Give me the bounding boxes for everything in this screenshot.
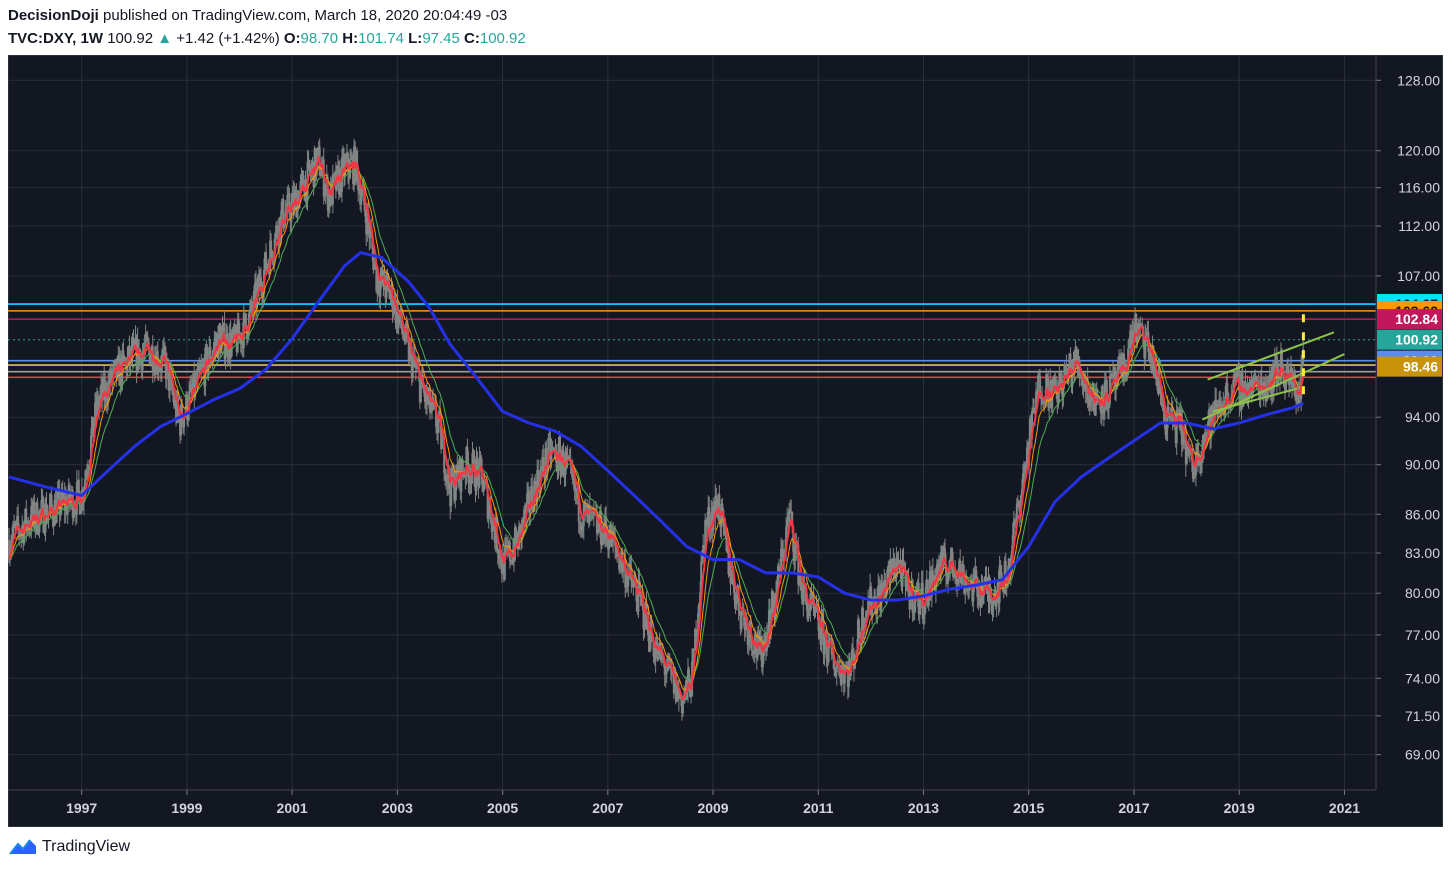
candle-body: [1226, 382, 1229, 394]
low-label: L:: [408, 30, 423, 47]
price-tag: 102.84: [1377, 309, 1442, 330]
y-tick-label: 83.00: [1405, 545, 1440, 561]
tradingview-cloud-icon[interactable]: [8, 836, 38, 858]
candle-body: [270, 240, 273, 252]
y-tick-label: 120.00: [1397, 143, 1440, 159]
close-value: 100.92: [479, 30, 526, 47]
ohlc-legend: TVC:DXY, 1W 100.92 ▲ +1.42 (+1.42%) O:98…: [8, 30, 526, 47]
x-tick-label: 2001: [277, 800, 308, 816]
y-tick-label: 86.00: [1405, 506, 1440, 522]
author-name[interactable]: DecisionDoji: [8, 7, 99, 24]
x-tick-label: 2005: [487, 800, 518, 816]
change-arrow-icon: ▲: [157, 30, 173, 47]
published-text: published on TradingView.com, March 18, …: [103, 7, 508, 24]
x-tick-label: 1999: [171, 800, 202, 816]
x-tick-label: 2013: [908, 800, 939, 816]
last-price: 100.92: [107, 30, 154, 47]
close-label: C:: [464, 30, 480, 47]
y-tick-label: 107.00: [1397, 268, 1440, 284]
price-tag-label: 100.92: [1395, 332, 1438, 348]
symbol-label: TVC:DXY, 1W: [8, 30, 104, 47]
x-tick-label: 1997: [66, 800, 97, 816]
chart-header: DecisionDoji published on TradingView.co…: [8, 5, 1443, 55]
x-tick-label: 2019: [1224, 800, 1255, 816]
price-tag: 98.46: [1377, 356, 1442, 377]
candle-body: [77, 479, 80, 493]
y-tick-label: 71.50: [1405, 708, 1440, 724]
candle-body: [975, 570, 978, 577]
candle-body: [419, 382, 422, 402]
price-tag: 100.92: [1377, 329, 1442, 350]
publish-info: DecisionDoji published on TradingView.co…: [8, 7, 507, 24]
price-tag-label: 98.46: [1403, 359, 1438, 375]
open-value: 98.70: [300, 30, 339, 47]
x-tick-label: 2021: [1329, 800, 1360, 816]
y-tick-label: 116.00: [1398, 180, 1440, 196]
low-value: 97.45: [422, 30, 460, 47]
y-tick-label: 74.00: [1405, 670, 1440, 686]
candle: [419, 382, 422, 404]
chart-background: [8, 55, 1443, 827]
high-value: 101.74: [358, 30, 404, 47]
brand-name[interactable]: TradingView: [42, 838, 130, 856]
chart-container[interactable]: 128.00 120.00 116.00 112.00 107.00 94.00 90.00…: [8, 55, 1443, 827]
y-tick-label: 94.00: [1405, 409, 1440, 425]
candle-body: [149, 355, 152, 365]
y-tick-label: 112.00: [1398, 218, 1440, 234]
footer: TradingView: [8, 836, 208, 860]
x-tick-label: 2003: [382, 800, 413, 816]
x-tick-label: 2011: [803, 800, 834, 816]
x-tick-label: 2007: [592, 800, 623, 816]
y-tick-label: 77.00: [1405, 627, 1440, 643]
y-tick-label: 128.00: [1397, 72, 1440, 88]
x-tick-label: 2015: [1013, 800, 1044, 816]
x-tick-label: 2017: [1118, 800, 1149, 816]
y-tick-label: 90.00: [1405, 457, 1440, 473]
price-tag-label: 102.84: [1395, 311, 1438, 327]
y-tick-label: 80.00: [1405, 585, 1440, 601]
candle-body: [902, 559, 905, 563]
high-label: H:: [342, 30, 359, 47]
open-label: O:: [283, 30, 301, 47]
candle-body: [244, 313, 247, 326]
x-tick-label: 2009: [697, 800, 728, 816]
price-chart[interactable]: 128.00 120.00 116.00 112.00 107.00 94.00 90.00…: [8, 55, 1443, 827]
price-change: +1.42 (+1.42%): [176, 30, 280, 47]
y-tick-label: 69.00: [1405, 747, 1440, 763]
